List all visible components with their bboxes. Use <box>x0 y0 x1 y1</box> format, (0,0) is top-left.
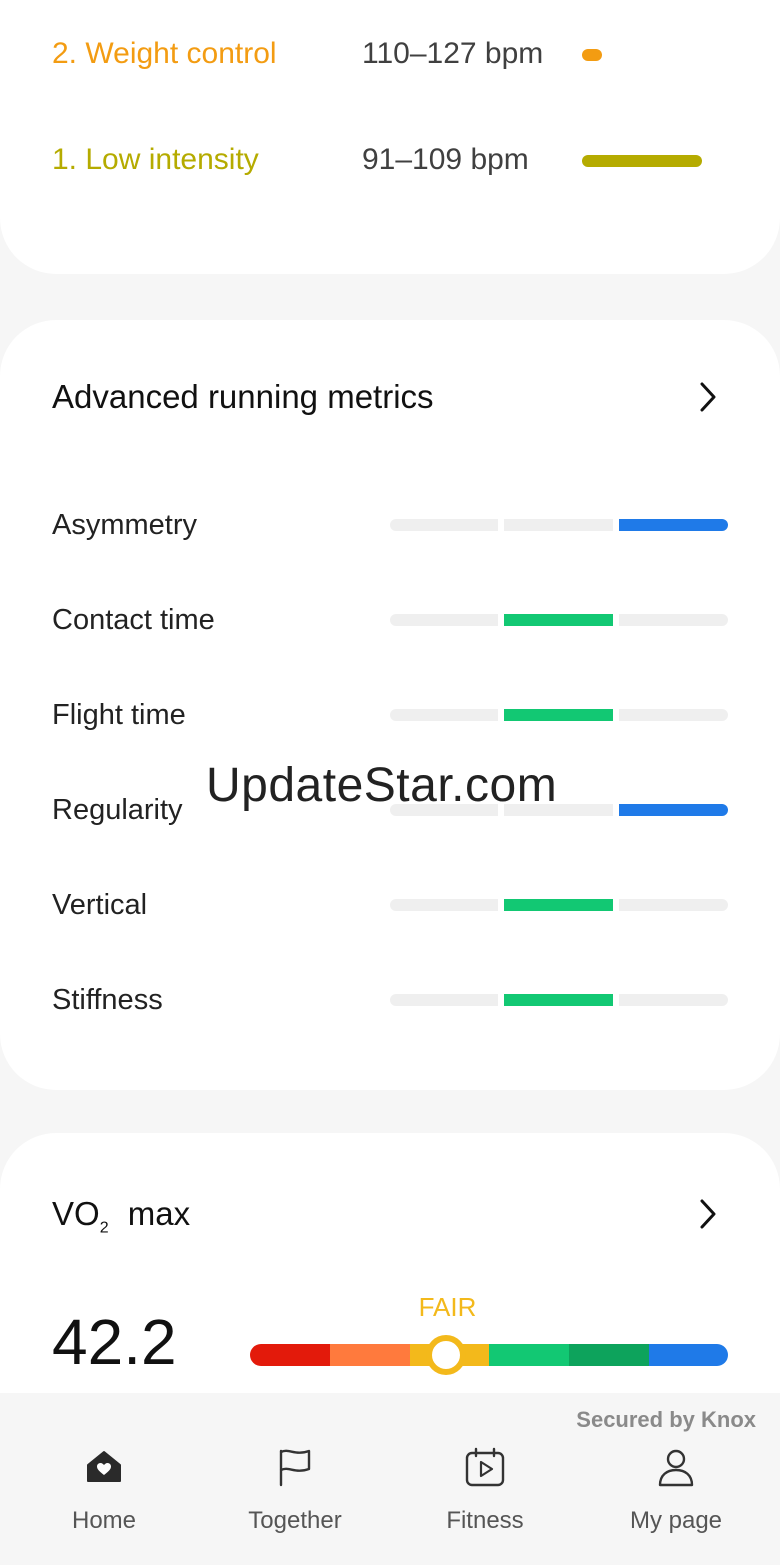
zone-row-weight-control: 2. Weight control 110–127 bpm <box>52 29 740 79</box>
metric-segment <box>504 709 613 721</box>
zone-bpm: 91–109 bpm <box>362 143 529 176</box>
metric-label: Vertical <box>52 889 148 921</box>
scale-band-below-average <box>330 1344 410 1366</box>
metric-label: Contact time <box>52 604 215 636</box>
zone-name: 1. Low intensity <box>52 143 259 176</box>
metric-label: Stiffness <box>52 984 163 1016</box>
nav-label: Home <box>71 1507 137 1534</box>
nav-home[interactable]: Home <box>24 1445 184 1535</box>
metric-segment <box>390 519 498 531</box>
vo2-max-card[interactable]: VO2 max <box>0 1133 780 1433</box>
home-heart-icon <box>87 1451 121 1482</box>
metric-segment <box>390 709 498 721</box>
metric-row-contact-time: Contact time <box>52 596 728 644</box>
nav-together[interactable]: Together <box>215 1445 375 1535</box>
scale-band-good <box>489 1344 569 1366</box>
nav-label: My page <box>629 1507 723 1534</box>
metric-row-flight-time: Flight time <box>52 691 728 739</box>
metric-segment <box>619 709 728 721</box>
zone-bpm: 110–127 bpm <box>362 37 544 70</box>
vo2-scale-bar <box>250 1344 728 1366</box>
metric-label: Flight time <box>52 699 186 731</box>
metric-label: Regularity <box>52 794 183 826</box>
scale-band-very-good <box>569 1344 649 1366</box>
vo2-title-suffix: max <box>127 1195 191 1232</box>
zone-bar <box>582 155 702 167</box>
section-title: Advanced running metrics <box>52 378 434 415</box>
metric-segment <box>390 899 498 911</box>
metric-segment <box>619 899 728 911</box>
vo2-title-sub: 2 <box>99 1219 109 1237</box>
metric-label: Asymmetry <box>52 509 197 541</box>
watermark: UpdateStar.com <box>206 759 558 812</box>
advanced-running-metrics-card[interactable]: Advanced running metrics Asymmetry Conta… <box>0 320 780 1090</box>
bottom-navigation: Secured by Knox Home Together Fitness My… <box>0 1393 780 1565</box>
metric-row-stiffness: Stiffness <box>52 976 728 1024</box>
fitness-calendar-icon <box>465 1447 505 1487</box>
zone-bar <box>582 49 602 61</box>
vo2-rating-label: FAIR <box>418 1292 477 1322</box>
chevron-right-icon[interactable] <box>694 1189 722 1239</box>
nav-label: Together <box>248 1507 342 1534</box>
zone-name: 2. Weight control <box>52 37 277 70</box>
metric-segment <box>504 614 613 626</box>
metric-segment <box>619 994 728 1006</box>
metric-segment <box>619 519 728 531</box>
person-icon <box>658 1449 694 1487</box>
nav-fitness[interactable]: Fitness <box>405 1445 565 1535</box>
nav-label: Fitness <box>446 1507 524 1534</box>
metric-segment <box>504 519 613 531</box>
flag-icon <box>279 1449 311 1487</box>
heart-rate-zones-card: 2. Weight control 110–127 bpm 1. Low int… <box>0 0 780 274</box>
metric-segment <box>504 899 613 911</box>
metric-row-asymmetry: Asymmetry <box>52 501 728 549</box>
metric-segment <box>390 614 498 626</box>
metric-segment <box>504 994 613 1006</box>
vo2-title-prefix: VO <box>52 1195 100 1232</box>
metric-row-vertical: Vertical <box>52 881 728 929</box>
nav-my-page[interactable]: My page <box>596 1445 756 1535</box>
secured-by-knox: Secured by Knox <box>576 1407 756 1432</box>
metric-segment <box>619 804 728 816</box>
section-title: VO2 max <box>52 1189 190 1254</box>
zone-row-low-intensity: 1. Low intensity 91–109 bpm <box>52 135 740 185</box>
scale-band-poor <box>250 1344 330 1366</box>
metric-segment <box>390 994 498 1006</box>
chevron-right-icon[interactable] <box>694 372 722 422</box>
scale-band-excellent <box>649 1344 728 1366</box>
vo2-marker <box>426 1335 466 1375</box>
vo2-value: 42.2 <box>52 1306 177 1378</box>
metric-segment <box>619 614 728 626</box>
